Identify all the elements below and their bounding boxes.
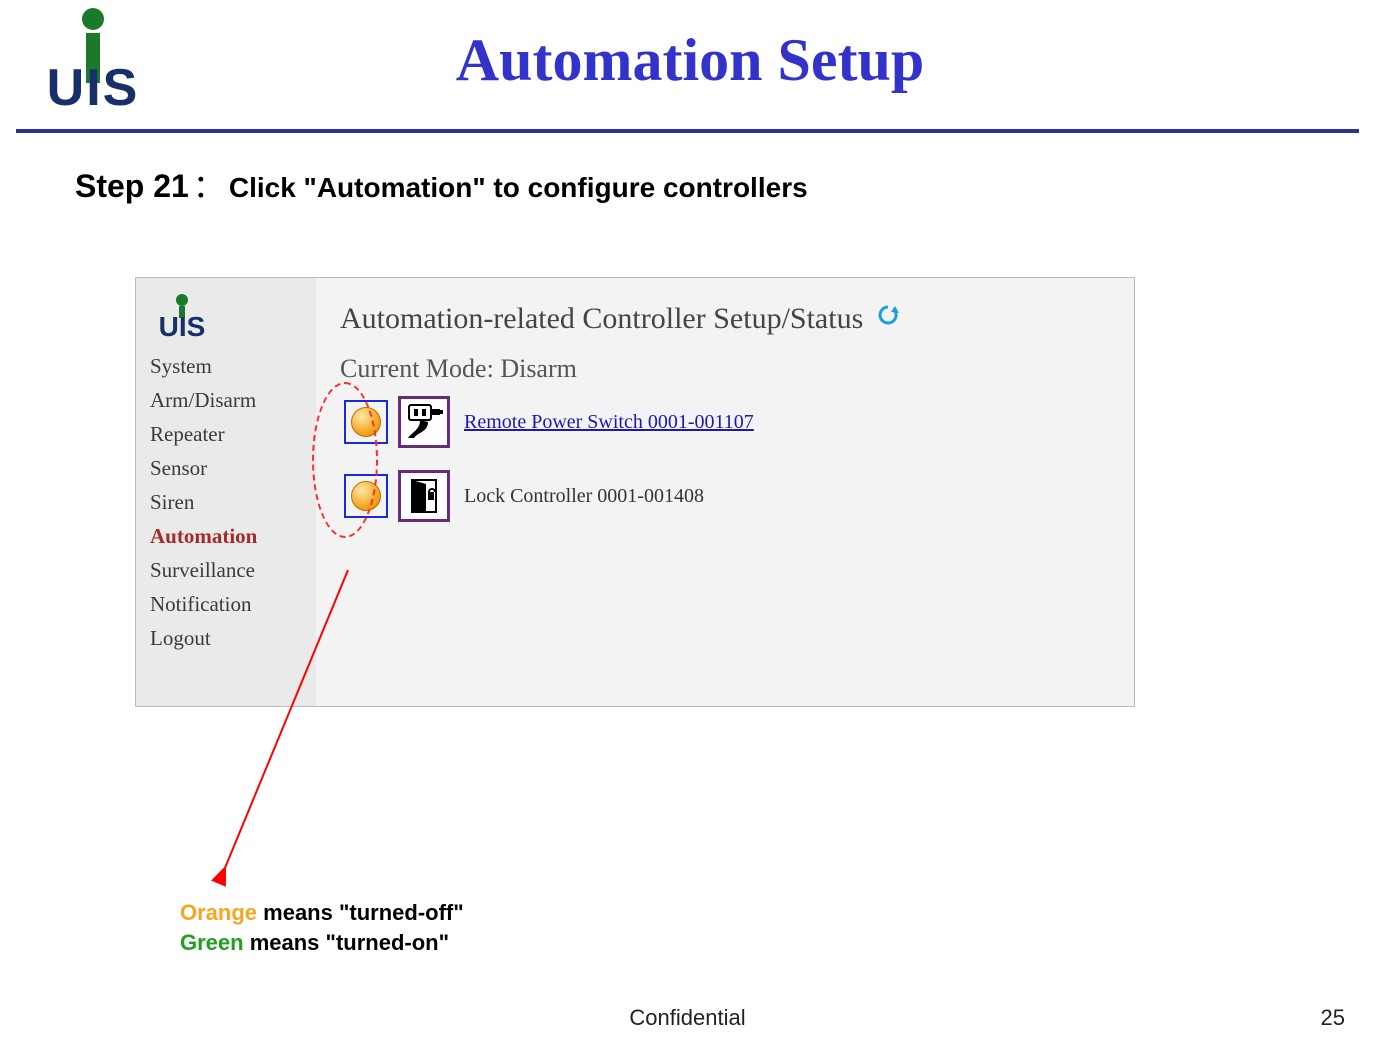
- controller-link-1[interactable]: Remote Power Switch 0001-001107: [464, 411, 754, 434]
- sidebar-item-sensor[interactable]: Sensor: [150, 456, 302, 481]
- sidebar-item-arm-disarm[interactable]: Arm/Disarm: [150, 388, 302, 413]
- panel-heading-text: Automation-related Controller Setup/Stat…: [340, 302, 863, 335]
- footer-confidential: Confidential: [0, 1005, 1375, 1031]
- panel-main: Automation-related Controller Setup/Stat…: [316, 278, 1134, 706]
- controller-label-2: Lock Controller 0001-001408: [464, 485, 704, 508]
- sidebar-item-surveillance[interactable]: Surveillance: [150, 558, 302, 583]
- status-toggle-2[interactable]: [344, 474, 388, 518]
- screenshot-panel: UIS System Arm/Disarm Repeater Sensor Si…: [135, 277, 1135, 707]
- sidebar-item-logout[interactable]: Logout: [150, 626, 302, 651]
- footer: Confidential 25: [0, 1005, 1375, 1031]
- mode-line: Current Mode: Disarm: [340, 354, 1110, 384]
- panel-heading: Automation-related Controller Setup/Stat…: [340, 300, 1110, 336]
- color-legend: Orange means "turned-off" Green means "t…: [180, 898, 464, 957]
- footer-page-number: 25: [1321, 1005, 1345, 1031]
- legend-green-rest: means "turned-on": [244, 930, 449, 955]
- sidebar-item-system[interactable]: System: [150, 354, 302, 379]
- mode-value: Disarm: [500, 354, 577, 383]
- step-heading: Step 21：Click "Automation" to configure …: [75, 161, 1375, 207]
- device-icon-lock[interactable]: [398, 470, 450, 522]
- sidebar-mini-logo: UIS: [150, 292, 302, 345]
- legend-orange-word: Orange: [180, 900, 257, 925]
- status-dot-off-icon: [351, 481, 381, 511]
- mode-prefix: Current Mode:: [340, 354, 500, 383]
- svg-text:UIS: UIS: [159, 311, 206, 340]
- sidebar-item-automation[interactable]: Automation: [150, 524, 302, 549]
- divider: [16, 129, 1359, 133]
- uis-logo: UIS: [20, 5, 165, 115]
- controller-row-1: Remote Power Switch 0001-001107: [344, 396, 1110, 448]
- sidebar-item-notification[interactable]: Notification: [150, 592, 302, 617]
- legend-line-orange: Orange means "turned-off": [180, 898, 464, 928]
- lock-door-icon: [404, 476, 444, 516]
- status-toggle-1[interactable]: [344, 400, 388, 444]
- legend-orange-rest: means "turned-off": [257, 900, 464, 925]
- sidebar-item-siren[interactable]: Siren: [150, 490, 302, 515]
- status-dot-off-icon: [351, 407, 381, 437]
- sidebar-item-repeater[interactable]: Repeater: [150, 422, 302, 447]
- legend-line-green: Green means "turned-on": [180, 928, 464, 958]
- plug-icon: [404, 402, 444, 442]
- step-colon: ：: [189, 168, 229, 204]
- refresh-icon[interactable]: [877, 300, 899, 322]
- device-icon-plug[interactable]: [398, 396, 450, 448]
- step-desc: Click "Automation" to configure controll…: [229, 172, 808, 203]
- legend-green-word: Green: [180, 930, 244, 955]
- svg-text:UIS: UIS: [46, 59, 139, 115]
- sidebar: UIS System Arm/Disarm Repeater Sensor Si…: [136, 278, 316, 706]
- step-label: Step 21: [75, 168, 189, 204]
- controller-row-2: Lock Controller 0001-001408: [344, 470, 1110, 522]
- page-title: Automation Setup: [165, 26, 1355, 95]
